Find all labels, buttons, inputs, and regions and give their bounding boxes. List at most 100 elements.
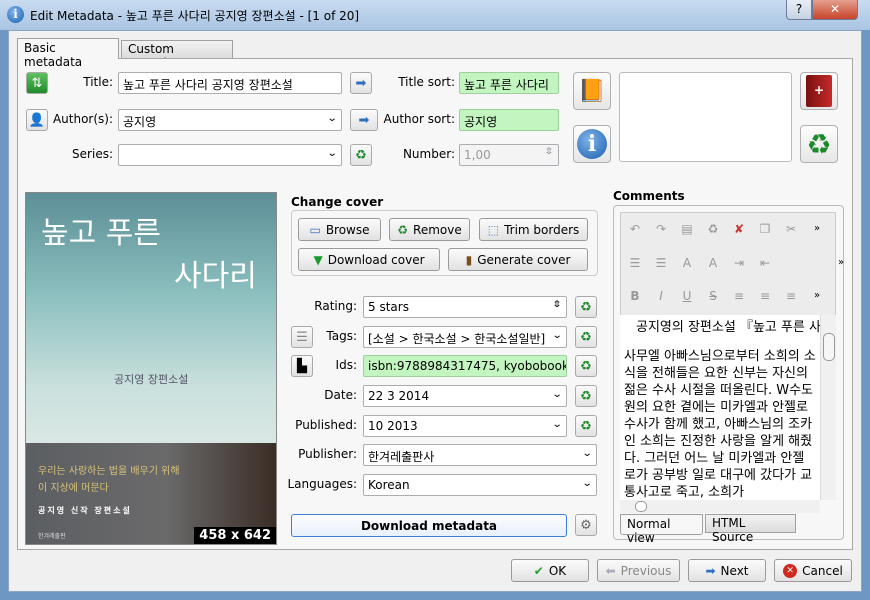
chevron-down-icon: ⌄ [581, 448, 593, 459]
clear-tags-recycle-icon[interactable]: ♻ [575, 326, 597, 348]
cancel-label: Cancel [802, 563, 843, 578]
date-input[interactable]: 22 3 2014 ⌄ [363, 385, 567, 407]
title-input[interactable]: 높고 푸른 사다리 공지영 장편소설 [118, 72, 342, 94]
previous-button[interactable]: ⬅ Previous [597, 559, 680, 582]
swap-title-author-icon[interactable]: ⇅ [26, 72, 48, 94]
arrow-right-icon[interactable]: ➡ [350, 72, 372, 94]
rating-spinbox[interactable]: 5 stars ⇕ [363, 296, 567, 318]
remove-label: Remove [413, 222, 462, 237]
cut-icon[interactable]: ✂ [783, 221, 799, 237]
help-button[interactable]: ? [786, 0, 812, 20]
comments-editor[interactable]: 공지영의 장편소설 『높고 푸른 사다리』 사무엘 아빠스님으로부터 소희의 소… [620, 315, 820, 500]
ids-input[interactable]: isbn:9788984317475, kyobobook:9788984317… [363, 355, 567, 377]
tab-html-source[interactable]: HTML Source [705, 514, 796, 544]
series-combobox[interactable]: ⌄ [118, 144, 342, 166]
outdent-icon[interactable]: ⇤ [757, 255, 773, 271]
copy-icon[interactable]: ❐ [757, 221, 773, 237]
chevron-down-icon: ⌄ [326, 148, 338, 159]
info-icon: i [577, 129, 607, 159]
clear-date-recycle-icon[interactable]: ♻ [575, 385, 597, 407]
tags-label: Tags: [326, 329, 357, 343]
person-icon[interactable]: 👤 [26, 109, 48, 131]
align-right-icon[interactable]: ≡ [783, 288, 799, 304]
browse-label: Browse [325, 222, 370, 237]
published-input[interactable]: 10 2013 ⌄ [363, 415, 567, 437]
subscript-icon[interactable]: A [705, 255, 721, 271]
languages-combobox[interactable]: Korean ⌄ [363, 474, 597, 496]
publisher-combobox[interactable]: 한겨레출판사 ⌄ [363, 444, 597, 466]
underline-icon[interactable]: U [679, 288, 695, 304]
authors-value: 공지영 [123, 115, 157, 129]
scrollbar-thumb[interactable] [823, 333, 835, 361]
authors-label: Author(s): [52, 112, 113, 126]
more-icon[interactable]: » [809, 288, 825, 304]
undo-icon[interactable]: ↶ [627, 221, 643, 237]
bold-icon[interactable]: B [627, 288, 643, 304]
strikethrough-icon[interactable]: S [705, 288, 721, 304]
tab-basic-metadata[interactable]: Basic metadata [17, 38, 119, 69]
indent-icon[interactable]: ⇥ [731, 255, 747, 271]
remove-format-recycle-icon[interactable]: ♻ [800, 125, 838, 163]
authors-combobox[interactable]: 공지영 ⌄ [118, 109, 342, 131]
trim-borders-button[interactable]: ⬚ Trim borders [479, 218, 588, 241]
book-icon[interactable]: 📙 [573, 72, 611, 110]
close-button[interactable]: ✕ [812, 0, 858, 20]
tab-custom-metadata[interactable]: Custom metadata [121, 40, 233, 70]
next-button[interactable]: ➡ Next [688, 559, 766, 582]
recycle-icon: ♻ [397, 222, 409, 237]
cancel-button[interactable]: ✕ Cancel [774, 559, 852, 582]
book-icon: ▮ [465, 252, 473, 267]
tags-input[interactable]: [소설 > 한국소설 > 한국소설일반] ⌄ [363, 326, 567, 348]
clear-formatting-icon[interactable]: ✘ [731, 221, 747, 237]
remove-cover-button[interactable]: ♻ Remove [389, 218, 470, 241]
download-metadata-button[interactable]: Download metadata [291, 514, 567, 537]
redo-icon[interactable]: ↷ [653, 221, 669, 237]
ok-button[interactable]: ✔ OK [511, 559, 589, 582]
generate-cover-button[interactable]: ▮ Generate cover [448, 248, 588, 271]
horizontal-scrollbar[interactable] [620, 500, 820, 513]
trim-icon: ⬚ [487, 222, 500, 237]
tab-normal-view[interactable]: Normal view [620, 514, 703, 545]
more-icon[interactable]: » [833, 255, 849, 271]
tags-value: [소설 > 한국소설 > 한국소설일반] [368, 332, 546, 346]
clear-ids-recycle-icon[interactable]: ♻ [575, 355, 597, 377]
clear-published-recycle-icon[interactable]: ♻ [575, 415, 597, 437]
chevron-down-icon: ⌄ [551, 389, 563, 400]
info-icon: i [7, 6, 24, 23]
add-format-button[interactable]: + [800, 72, 838, 110]
scrollbar-thumb[interactable] [635, 501, 647, 512]
browse-button[interactable]: ▭ Browse [298, 218, 381, 241]
red-book-plus-icon: + [806, 75, 832, 107]
download-cover-button[interactable]: ▼ Download cover [298, 248, 440, 271]
recycle-icon[interactable]: ♻ [350, 144, 372, 166]
recycle-icon[interactable]: ♻ [705, 221, 721, 237]
chevron-down-icon: ⌄ [551, 330, 563, 341]
align-left-icon[interactable]: ≡ [731, 288, 747, 304]
published-label: Published: [295, 418, 357, 432]
gear-icon[interactable]: ⚙ [575, 514, 597, 536]
author-sort-arrow-icon[interactable]: ➡ [350, 109, 378, 131]
formats-list[interactable] [619, 72, 792, 162]
previous-label: Previous [620, 563, 672, 578]
align-center-icon[interactable]: ≡ [757, 288, 773, 304]
title-sort-input[interactable]: 높고 푸른 사다리 [459, 72, 559, 94]
italic-icon[interactable]: I [653, 288, 669, 304]
number-value: 1,00 [464, 148, 491, 162]
more-icon[interactable]: » [809, 221, 825, 237]
cover-byline: 공지영 신작 장편소설 [38, 506, 132, 515]
unordered-list-icon[interactable]: ☰ [653, 255, 669, 271]
author-sort-input[interactable]: 공지영 [459, 109, 559, 131]
clear-rating-recycle-icon[interactable]: ♻ [575, 296, 597, 318]
vertical-scrollbar[interactable] [820, 315, 836, 500]
chevron-down-icon: ⌄ [581, 478, 593, 489]
number-spinbox[interactable]: 1,00 ⇕ [459, 144, 559, 166]
info-button[interactable]: i [573, 125, 611, 163]
down-triangle-icon: ▼ [313, 252, 323, 267]
paste-icon[interactable]: ▤ [679, 221, 695, 237]
change-cover-heading: Change cover [291, 195, 384, 209]
arrow-right-icon: ➡ [705, 563, 716, 578]
superscript-icon[interactable]: A [679, 255, 695, 271]
ordered-list-icon[interactable]: ☰ [627, 255, 643, 271]
series-label: Series: [72, 147, 113, 161]
